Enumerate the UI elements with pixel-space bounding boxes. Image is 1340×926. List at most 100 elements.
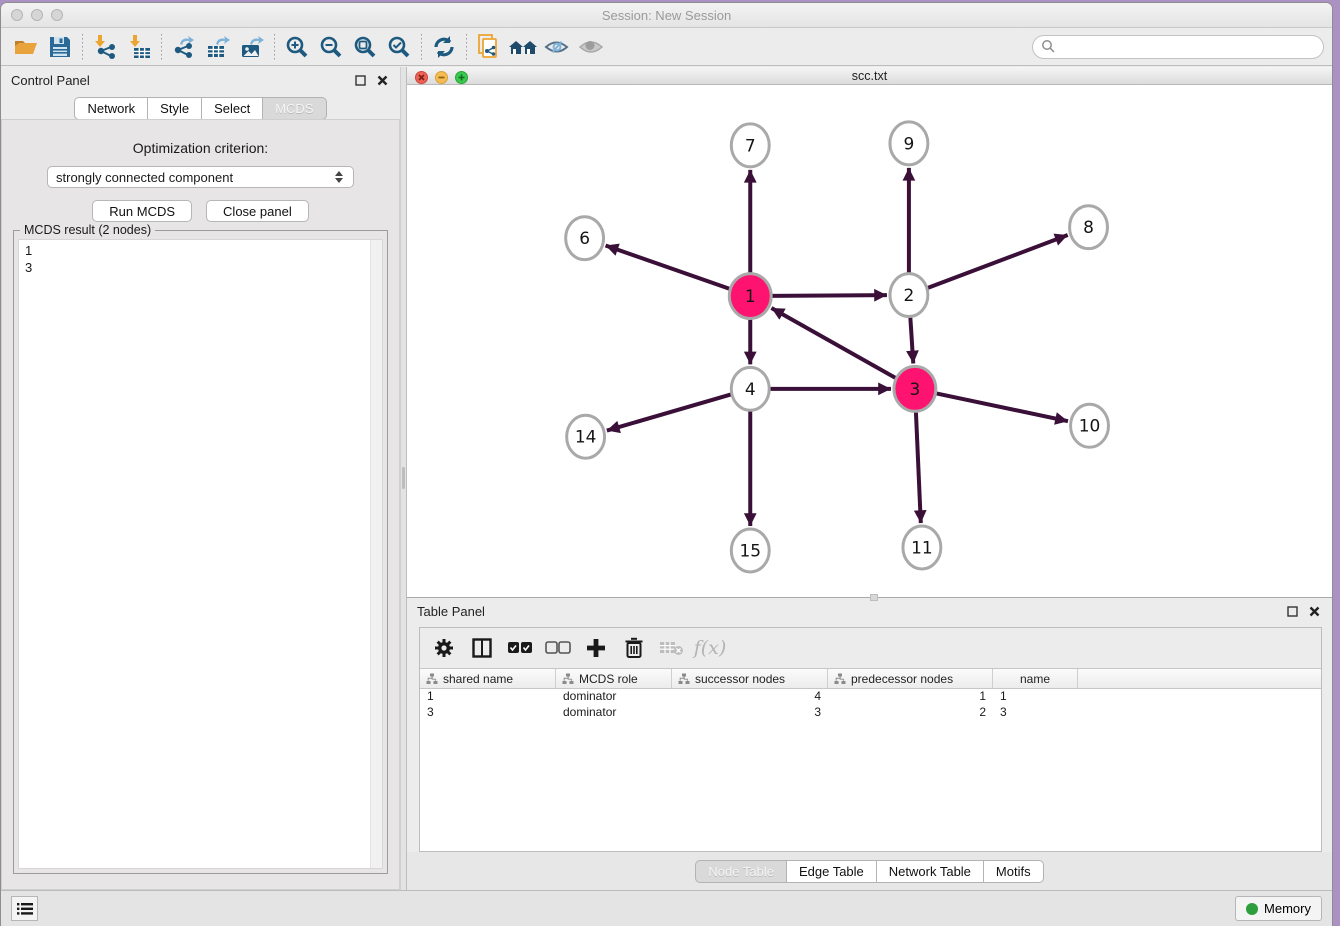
graph-edge-3-11[interactable] (916, 412, 921, 523)
delete-column-button[interactable] (620, 634, 648, 662)
cell-name[interactable]: 1 (993, 689, 1078, 705)
add-column-button[interactable] (582, 634, 610, 662)
zoom-in-button[interactable] (280, 32, 314, 62)
cell-shared-name[interactable]: 1 (420, 689, 556, 705)
cell-mcds-role[interactable]: dominator (556, 705, 672, 721)
import-network-icon (92, 34, 118, 60)
tab-style[interactable]: Style (147, 97, 201, 120)
zoom-in-icon (284, 34, 310, 60)
hide-selected-button[interactable] (540, 32, 574, 62)
first-neighbors-icon (508, 34, 538, 60)
select-all-button[interactable] (506, 634, 534, 662)
graph-edge-3-10[interactable] (936, 394, 1068, 422)
zoom-fit-icon (352, 34, 378, 60)
tab-select[interactable]: Select (201, 97, 262, 120)
table-row[interactable]: 3 dominator 3 2 3 (420, 705, 1321, 721)
horizontal-splitter-grip[interactable] (870, 594, 878, 601)
zoom-selected-button[interactable] (382, 32, 416, 62)
graph-edge-4-14[interactable] (607, 395, 731, 431)
cell-name[interactable]: 3 (993, 705, 1078, 721)
tab-mcds[interactable]: MCDS (262, 97, 326, 120)
mcds-result-line: 3 (25, 259, 376, 276)
search-box[interactable] (1032, 35, 1324, 59)
export-network-button[interactable] (167, 32, 201, 62)
tab-network[interactable]: Network (74, 97, 147, 120)
save-session-icon (47, 34, 73, 60)
export-image-icon (239, 34, 265, 60)
network-window-titlebar[interactable]: scc.txt (407, 67, 1332, 85)
graph-node-label-2: 2 (904, 285, 915, 305)
tab-edge-table[interactable]: Edge Table (786, 860, 876, 883)
network-window-title: scc.txt (852, 69, 887, 83)
network-window-controls[interactable] (415, 71, 468, 84)
export-image-button[interactable] (235, 32, 269, 62)
split-view-button[interactable] (468, 634, 496, 662)
show-all-button[interactable] (574, 32, 608, 62)
tab-node-table[interactable]: Node Table (695, 860, 786, 883)
close-table-panel-button[interactable] (1306, 603, 1322, 619)
network-canvas[interactable]: 1234678910111415 (407, 85, 1332, 597)
column-header-mcds-role[interactable]: MCDS role (556, 669, 672, 688)
window-controls[interactable] (11, 9, 63, 21)
deselect-all-button[interactable] (544, 634, 572, 662)
export-network-icon (171, 34, 197, 60)
trash-icon (624, 637, 644, 659)
graph-edge-2-3[interactable] (910, 318, 913, 364)
table-row[interactable]: 1 dominator 4 1 1 (420, 689, 1321, 705)
column-header-name[interactable]: name (993, 669, 1078, 688)
cell-predecessor-nodes[interactable]: 2 (828, 705, 993, 721)
task-history-button[interactable] (11, 896, 38, 921)
save-session-button[interactable] (43, 32, 77, 62)
memory-button[interactable]: Memory (1235, 896, 1322, 921)
run-mcds-button[interactable]: Run MCDS (92, 200, 192, 222)
minimize-window-icon[interactable] (31, 9, 43, 21)
maximize-view-icon[interactable] (455, 71, 468, 84)
cell-shared-name[interactable]: 3 (420, 705, 556, 721)
criterion-select[interactable]: strongly connected component (47, 166, 354, 188)
tab-network-table[interactable]: Network Table (876, 860, 983, 883)
refresh-icon (431, 34, 457, 60)
refresh-button[interactable] (427, 32, 461, 62)
tab-motifs[interactable]: Motifs (983, 860, 1044, 883)
status-bar: Memory (1, 890, 1332, 926)
result-scrollbar[interactable] (370, 240, 382, 868)
graph-edge-1-6[interactable] (606, 246, 730, 289)
column-header-successor-nodes[interactable]: successor nodes (672, 669, 828, 688)
network-from-selection-button[interactable] (472, 32, 506, 62)
export-table-button[interactable] (201, 32, 235, 62)
zoom-out-button[interactable] (314, 32, 348, 62)
close-panel-button[interactable] (374, 72, 390, 88)
close-panel-button-cp[interactable]: Close panel (206, 200, 309, 222)
first-neighbors-button[interactable] (506, 32, 540, 62)
float-table-panel-button[interactable] (1284, 603, 1300, 619)
minimize-view-icon[interactable] (435, 71, 448, 84)
panel-splitter[interactable] (400, 67, 407, 890)
graph-edge-2-8[interactable] (928, 235, 1068, 288)
function-builder-button[interactable]: f(x) (696, 634, 724, 662)
float-panel-button[interactable] (352, 72, 368, 88)
column-header-shared-name[interactable]: shared name (420, 669, 556, 688)
graph-edge-3-1[interactable] (771, 308, 895, 378)
delete-table-button[interactable] (658, 634, 686, 662)
network-graph[interactable]: 1234678910111415 (407, 85, 1332, 597)
close-window-icon[interactable] (11, 9, 23, 21)
cell-successor-nodes[interactable]: 3 (672, 705, 828, 721)
column-header-predecessor-nodes[interactable]: predecessor nodes (828, 669, 993, 688)
search-input[interactable] (1060, 40, 1315, 54)
open-file-button[interactable] (9, 32, 43, 62)
close-view-icon[interactable] (415, 71, 428, 84)
select-all-icon (507, 641, 533, 655)
network-view-window: scc.txt 1234678910111415 (407, 67, 1332, 598)
cell-mcds-role[interactable]: dominator (556, 689, 672, 705)
mcds-result-list[interactable]: 1 3 (18, 239, 383, 869)
import-table-button[interactable] (122, 32, 156, 62)
cell-predecessor-nodes[interactable]: 1 (828, 689, 993, 705)
column-label: name (1020, 672, 1050, 686)
graph-edge-1-2[interactable] (772, 295, 887, 296)
zoom-fit-button[interactable] (348, 32, 382, 62)
import-network-button[interactable] (88, 32, 122, 62)
cell-successor-nodes[interactable]: 4 (672, 689, 828, 705)
gear-button[interactable] (430, 634, 458, 662)
zoom-window-icon[interactable] (51, 9, 63, 21)
hide-selected-icon (543, 34, 571, 60)
